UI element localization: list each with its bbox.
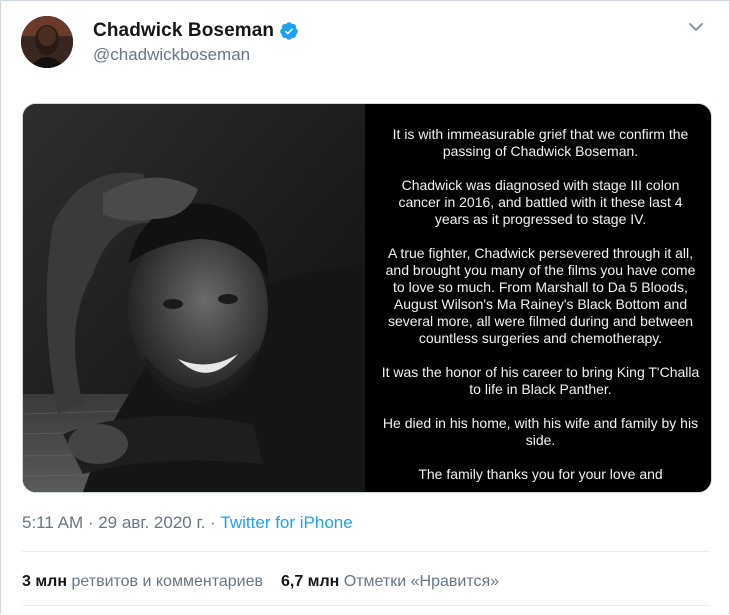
statement-image[interactable]: It is with immeasurable grief that we co… — [368, 104, 711, 492]
tweet-stats: 3 млн ретвитов и комментариев 6,7 млн Отм… — [22, 573, 499, 591]
timestamp-link[interactable]: 5:11 AM · 29 авг. 2020 г. — [22, 513, 205, 532]
statement-paragraph: The family thanks you for your love and — [418, 466, 663, 482]
handle[interactable]: @chadwickboseman — [93, 45, 250, 65]
display-name[interactable]: Chadwick Boseman — [93, 20, 299, 42]
likes-label: Отметки «Нравится» — [343, 573, 500, 590]
portrait-photo-icon — [23, 104, 366, 492]
likes-count: 6,7 млн — [280, 573, 340, 590]
likes-stat[interactable]: 6,7 млн Отметки «Нравится» — [281, 573, 499, 590]
statement-text: It is with immeasurable grief that we co… — [380, 126, 701, 492]
meta-separator: · — [205, 513, 221, 532]
statement-paragraph: He died in his home, with his wife and f… — [382, 415, 699, 448]
display-name-text[interactable]: Chadwick Boseman — [93, 20, 274, 42]
portrait-photo[interactable] — [23, 104, 366, 492]
tweet-meta: 5:11 AM · 29 авг. 2020 г. · Twitter for … — [22, 513, 353, 533]
retweets-label: ретвитов и комментариев — [71, 573, 263, 590]
chevron-down-icon[interactable] — [684, 15, 708, 39]
verified-badge-icon — [280, 22, 298, 40]
divider — [22, 551, 710, 552]
divider — [22, 605, 710, 606]
tweet-card: Chadwick Boseman @chadwickboseman It is … — [0, 0, 730, 614]
profile-photo-icon — [21, 16, 73, 68]
statement-paragraph: A true fighter, Chadwick persevered thro… — [385, 245, 696, 346]
retweets-count: 3 млн — [22, 573, 68, 590]
tweet-media[interactable]: It is with immeasurable grief that we co… — [22, 103, 712, 493]
statement-paragraph: It was the honor of his career to bring … — [381, 364, 700, 397]
statement-paragraph: It is with immeasurable grief that we co… — [392, 126, 689, 159]
avatar[interactable] — [21, 16, 73, 68]
statement-paragraph: Chadwick was diagnosed with stage III co… — [398, 177, 683, 227]
retweets-stat[interactable]: 3 млн ретвитов и комментариев — [22, 573, 263, 590]
source-link[interactable]: Twitter for iPhone — [220, 513, 352, 532]
